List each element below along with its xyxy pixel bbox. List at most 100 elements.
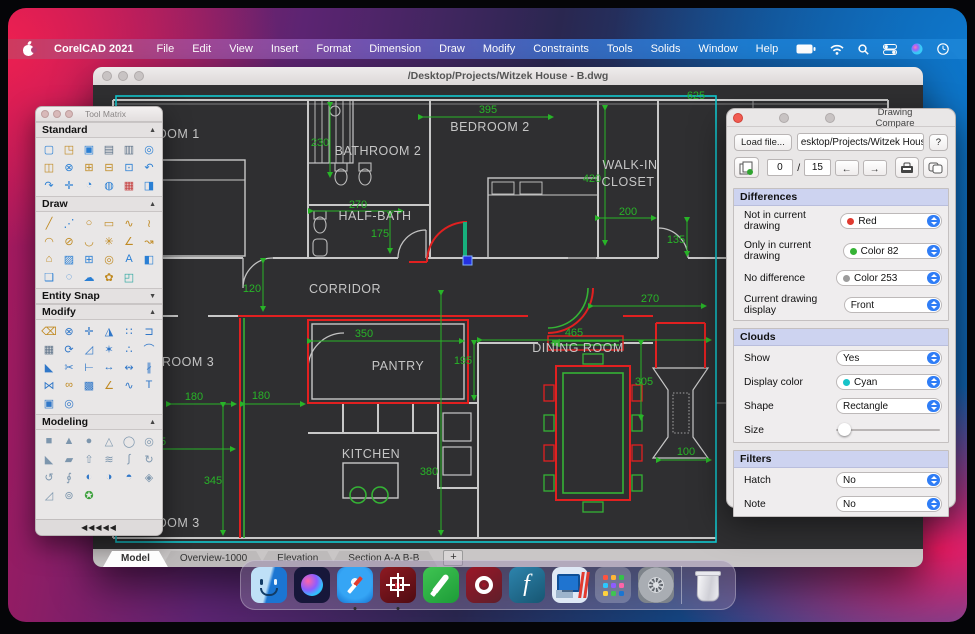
redo-icon[interactable]: ↷ [39,176,59,194]
color-palette-icon[interactable]: ▦ [119,176,139,194]
delete-icon[interactable]: ⊗ [59,322,79,340]
paste-icon[interactable]: ⊟ [99,158,119,176]
elliptical-arc-icon[interactable]: ◡ [79,232,99,250]
print-icon[interactable]: ▤ [99,140,119,158]
shell-icon[interactable]: ⊚ [59,486,79,504]
dropdown-stepper-icon[interactable] [927,272,940,284]
hatch-select[interactable]: No [836,472,942,488]
arc-icon[interactable]: ◠ [39,232,59,250]
sketch-icon[interactable]: ∿ [119,214,139,232]
wedge-icon[interactable]: ◣ [39,450,59,468]
only-in-current-drawing-select[interactable]: Color 82 [843,243,942,259]
fillet-icon[interactable]: ⌒ [139,340,159,358]
break-icon[interactable]: ∦ [139,358,159,376]
pyramid-icon[interactable]: △ [99,432,119,450]
menu-item-tools[interactable]: Tools [598,39,642,59]
extrude-icon[interactable]: ⇧ [79,450,99,468]
dropdown-stepper-icon[interactable] [927,352,940,364]
compare-titlebar[interactable]: Drawing Compare [727,109,955,127]
menu-item-view[interactable]: View [220,39,262,59]
plot-icon[interactable]: ◫ [39,158,59,176]
properties-icon[interactable]: ◨ [139,176,159,194]
compare-filename-field[interactable]: esktop/Projects/Witzek House - A.dwg [797,133,924,151]
point-icon[interactable]: ✳ [99,232,119,250]
cone-icon[interactable]: ▲ [59,432,79,450]
window-titlebar[interactable]: /Desktop/Projects/Witzek House - B.dwg [93,67,923,85]
pipe-icon[interactable]: ∮ [59,468,79,486]
selection-grip[interactable] [463,256,472,265]
cloud-icon[interactable]: ☁ [79,268,99,286]
dropdown-stepper-icon[interactable] [927,376,940,388]
show-select[interactable]: Yes [836,350,942,366]
explode-icon[interactable]: ✶ [99,340,119,358]
toggle-overlay-icon[interactable] [923,157,948,178]
dropdown-stepper-icon[interactable] [927,245,940,257]
box-icon[interactable]: ■ [39,432,59,450]
edit-annotation-icon[interactable]: T [139,376,159,394]
dropdown-stepper-icon[interactable] [927,400,940,412]
open-file-icon[interactable]: ◳ [59,140,79,158]
settings-dock-icon[interactable] [638,567,674,603]
clock-icon[interactable] [937,43,949,55]
coreldraw-dock-icon[interactable] [423,567,459,603]
trash-dock-icon[interactable] [689,567,725,603]
section-header-modeling[interactable]: Modeling▲ [36,414,162,430]
not-in-current-drawing-select[interactable]: Red [840,213,942,229]
wifi-icon[interactable] [830,44,844,55]
print-settings-icon[interactable]: ▥ [119,140,139,158]
line-icon[interactable]: ╱ [39,214,59,232]
new-file-icon[interactable]: ▢ [39,140,59,158]
apple-menu-icon[interactable] [22,43,35,56]
menu-item-insert[interactable]: Insert [262,39,308,59]
erase-icon[interactable]: ⌫ [39,322,59,340]
loft-icon[interactable]: ≋ [99,450,119,468]
scale-icon[interactable]: ◿ [79,340,99,358]
menu-item-format[interactable]: Format [307,39,360,59]
menu-item-solids[interactable]: Solids [642,39,690,59]
corelcad-dock-icon[interactable] [380,567,416,603]
edit-hatch-icon[interactable]: ▩ [79,376,99,394]
fillet-edges-icon[interactable]: ◿ [39,486,59,504]
section-header-entity-snap[interactable]: Entity Snap▼ [36,288,162,304]
slab-icon[interactable]: ▰ [59,450,79,468]
hatch-icon[interactable]: ▨ [59,250,79,268]
menu-item-file[interactable]: File [147,39,183,59]
region-icon[interactable]: ✪ [79,486,99,504]
center-mark-icon[interactable]: ◎ [59,394,79,412]
trim-icon[interactable]: ✂ [59,358,79,376]
help-button[interactable]: ? [929,134,948,151]
copy-parallel-icon[interactable]: ∷ [119,322,139,340]
photo-paint-dock-icon[interactable] [466,567,502,603]
revision-cloud-icon[interactable]: ◰ [119,268,139,286]
siri-icon[interactable] [911,43,923,55]
next-difference-button[interactable]: → [863,160,887,176]
insert-block-icon[interactable]: ⊞ [79,250,99,268]
rotate-icon[interactable]: ⟳ [59,340,79,358]
section-header-modify[interactable]: Modify▲ [36,304,162,320]
section-header-standard[interactable]: Standard▲ [36,122,162,138]
control-center-icon[interactable] [883,44,897,55]
text-icon[interactable]: A [119,250,139,268]
chamfer-icon[interactable]: ◣ [39,358,59,376]
pan-icon[interactable]: ✛ [59,176,79,194]
construction-line-icon[interactable]: ⋰ [59,214,79,232]
palette-collapse-handle[interactable]: ◀◀◀◀◀ [36,519,162,535]
shape-select[interactable]: Rectangle [836,398,942,414]
palette-window-controls[interactable] [41,110,73,118]
search-icon[interactable] [858,44,869,55]
split-icon[interactable]: ⊗ [59,158,79,176]
union-icon[interactable]: ◐ [79,468,99,486]
text-block-icon[interactable]: ◧ [139,250,159,268]
align-icon[interactable]: ▣ [39,394,59,412]
size-slider[interactable] [836,422,942,438]
selection-rectangle-icon[interactable]: ◌ [59,268,79,286]
siri-dock-icon[interactable] [294,567,330,603]
ring-icon[interactable]: ◎ [99,250,119,268]
no-difference-select[interactable]: Color 253 [836,270,942,286]
freeform-icon[interactable]: ✿ [99,268,119,286]
menu-item-constraints[interactable]: Constraints [524,39,598,59]
dropdown-stepper-icon[interactable] [927,215,940,227]
join-icon[interactable]: ⋈ [39,376,59,394]
note-icon[interactable]: ❑ [39,268,59,286]
section-collapse-arrow[interactable]: ▲ [149,419,156,426]
